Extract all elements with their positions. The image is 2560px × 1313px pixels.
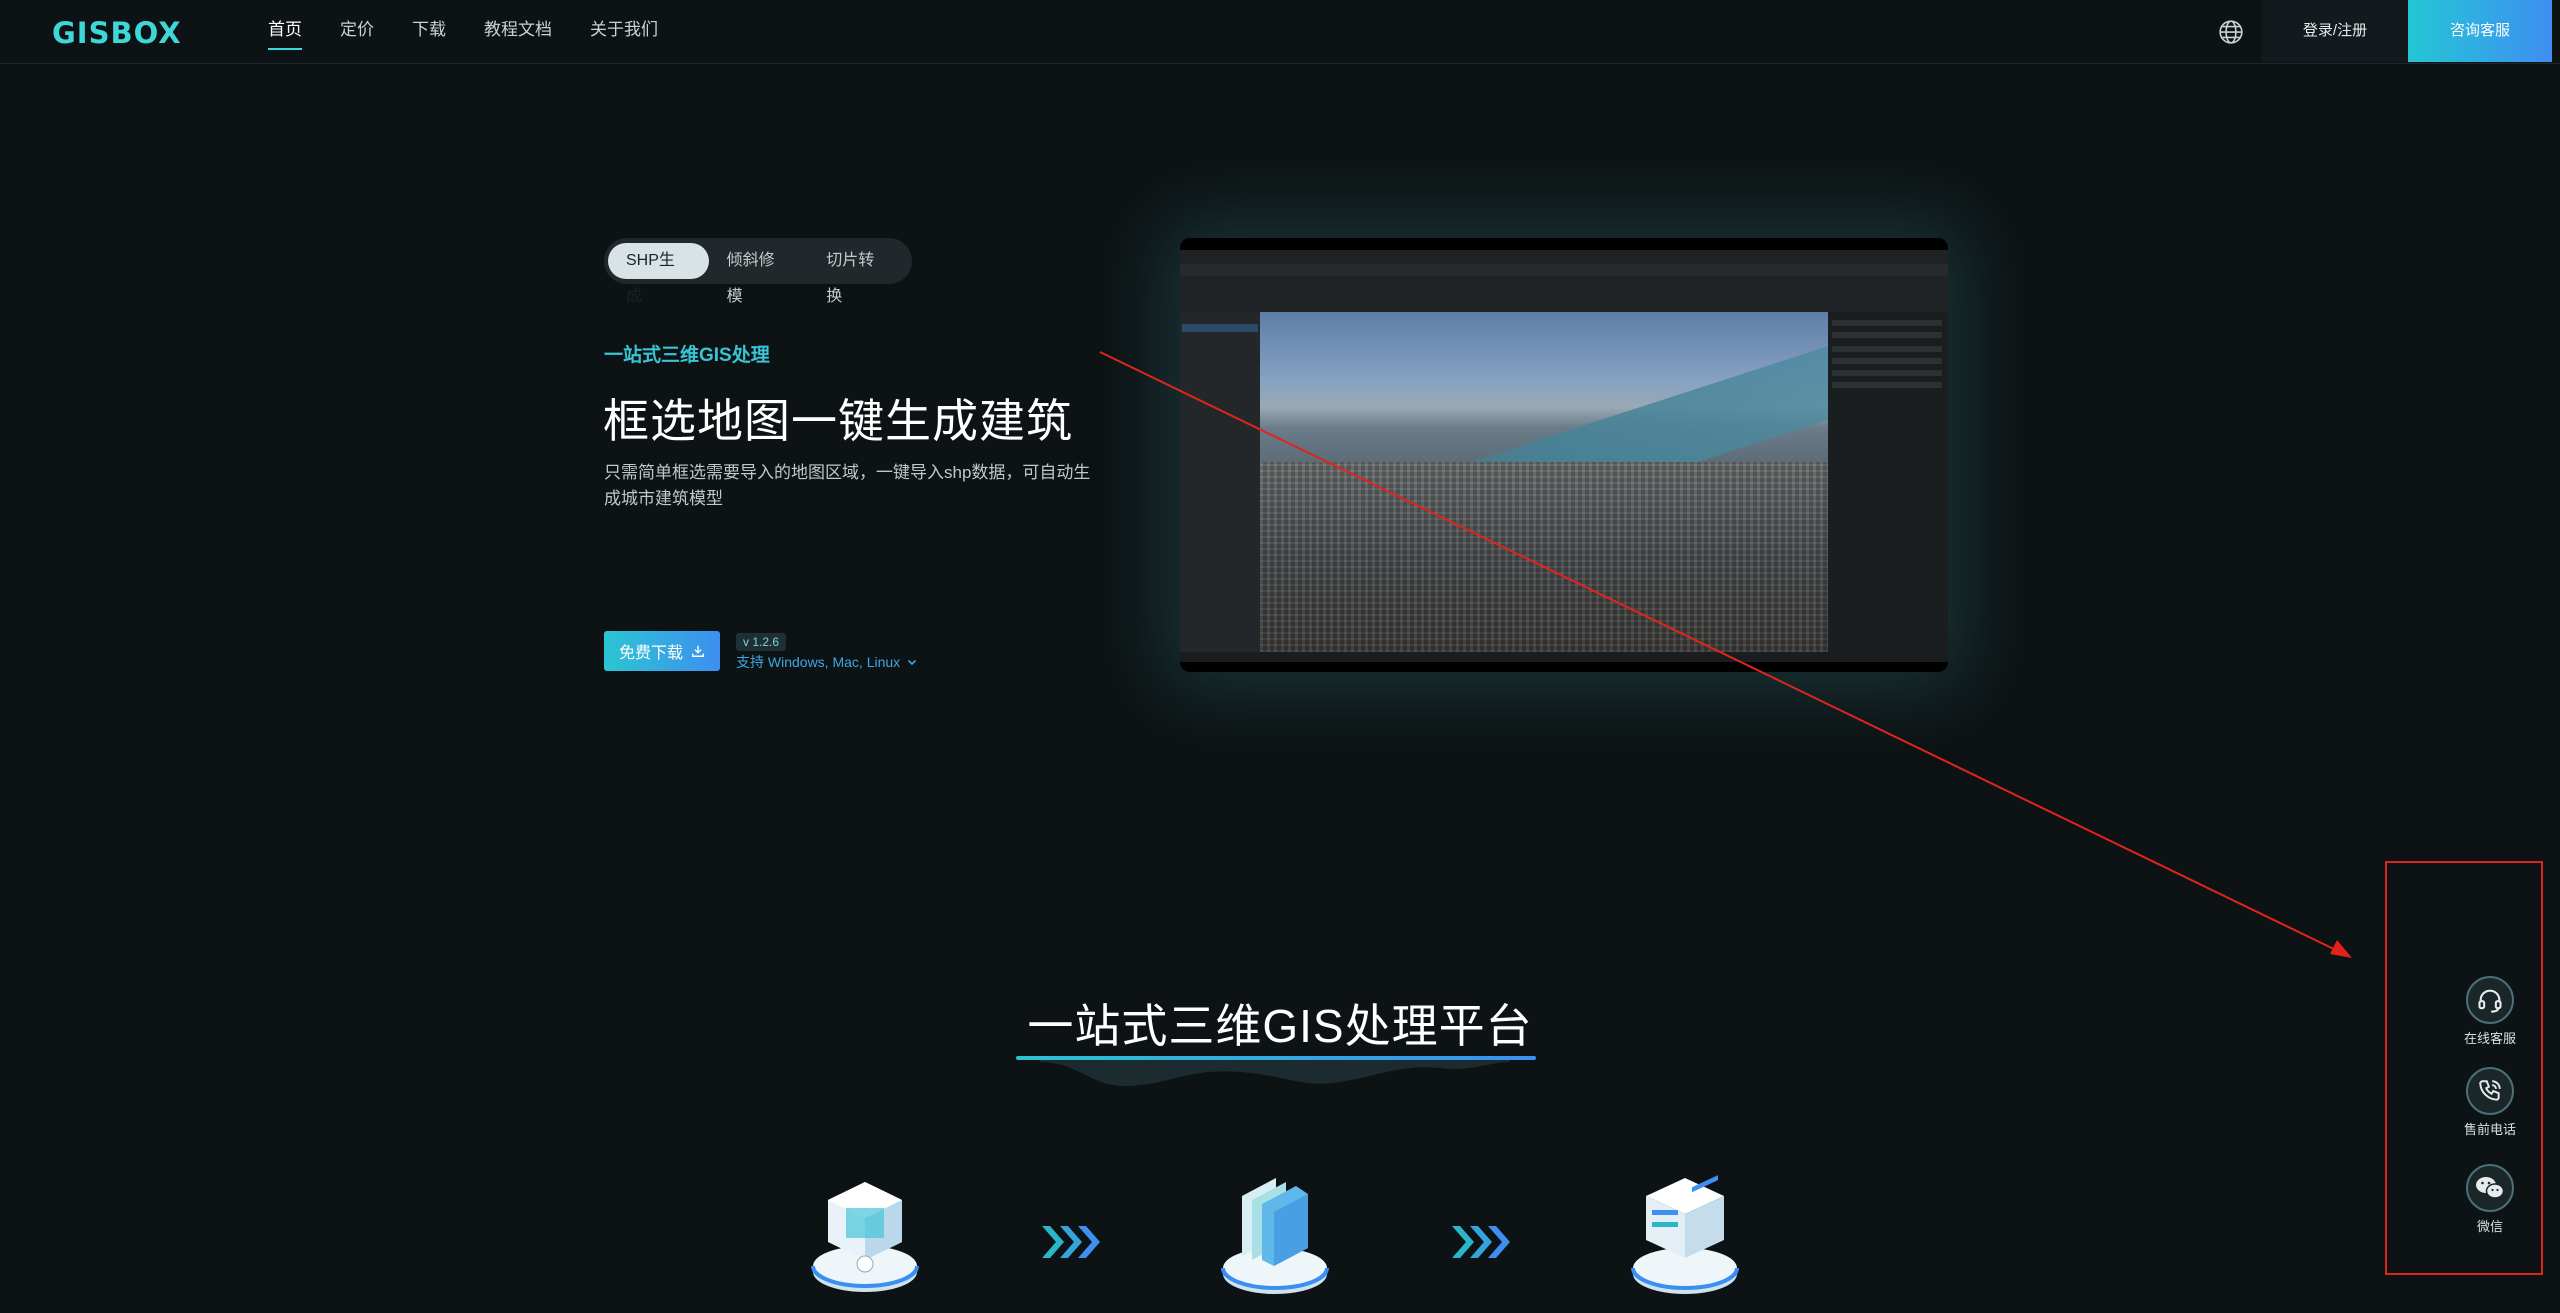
tab-shp[interactable]: SHP生成 — [608, 243, 709, 305]
tab-oblique-repair[interactable]: 倾斜修模 — [709, 243, 809, 305]
login-register-button[interactable]: 登录/注册 — [2262, 0, 2408, 62]
section-underline — [1016, 1056, 1536, 1060]
wechat-icon — [2466, 1164, 2514, 1212]
nav-about[interactable]: 关于我们 — [590, 0, 658, 64]
preview-ribbon — [1180, 276, 1948, 312]
red-arrow-head — [2330, 940, 2352, 958]
phone-icon — [2466, 1067, 2514, 1115]
tab-tile-convert[interactable]: 切片转换 — [808, 243, 908, 305]
preview-properties-panel — [1828, 312, 1948, 652]
section-wave-decoration — [1040, 1058, 1510, 1087]
wechat-label: 微信 — [2476, 1219, 2503, 1234]
software-preview-image — [1180, 238, 1948, 672]
preview-toolbar — [1180, 264, 1948, 276]
platforms-label: 支持 Windows, Mac, Linux — [736, 654, 901, 670]
preview-city-buildings — [1260, 462, 1828, 652]
main-nav: 首页 定价 下载 教程文档 关于我们 — [268, 0, 696, 64]
nav-home[interactable]: 首页 — [268, 0, 302, 64]
presales-phone-item[interactable]: 售前电话 — [2462, 1067, 2518, 1138]
server-platform-illustration — [1631, 1175, 1739, 1294]
nav-pricing[interactable]: 定价 — [340, 0, 374, 64]
version-badge: v 1.2.6 — [736, 633, 787, 651]
preview-3d-city-view — [1260, 312, 1828, 652]
consult-service-button[interactable]: 咨询客服 — [2408, 0, 2552, 62]
gisbox-logo[interactable]: GISBOX — [52, 16, 182, 50]
download-label: 免费下载 — [618, 645, 683, 662]
preview-layer-panel — [1180, 312, 1260, 652]
platform-selector[interactable]: 支持 Windows, Mac, Linux — [736, 652, 918, 672]
wechat-item[interactable]: 微信 — [2462, 1164, 2518, 1235]
cube-platform-illustration — [811, 1182, 919, 1292]
feature-tabs: SHP生成 倾斜修模 切片转换 — [604, 238, 912, 305]
section-title: 一站式三维GIS处理平台 — [1027, 1000, 1533, 1052]
preview-titlebar — [1180, 250, 1948, 264]
chevron-down-icon — [908, 659, 917, 666]
free-download-button[interactable]: 免费下载 — [604, 631, 720, 671]
hero-description: 只需简单框选需要导入的地图区域，一键导入shp数据，可自动生成城市建筑模型 — [604, 463, 1091, 508]
folder-stack-illustration — [1221, 1178, 1329, 1294]
download-icon — [692, 645, 704, 657]
top-navbar: GISBOX 首页 定价 下载 教程文档 关于我们 登录/注册 咨询客服 — [0, 0, 2560, 64]
hero-subtitle: 一站式三维GIS处理 — [604, 345, 770, 366]
process-arrows-icon-1 — [1042, 1226, 1100, 1258]
preview-statusbar — [1180, 652, 1948, 662]
nav-docs[interactable]: 教程文档 — [484, 0, 552, 64]
process-arrows-icon-2 — [1452, 1226, 1510, 1258]
nav-download[interactable]: 下载 — [412, 0, 446, 64]
hero-headline: 框选地图一键生成建筑 — [603, 395, 1073, 447]
globe-icon[interactable] — [2218, 19, 2244, 45]
presales-phone-label: 售前电话 — [2463, 1122, 2516, 1137]
